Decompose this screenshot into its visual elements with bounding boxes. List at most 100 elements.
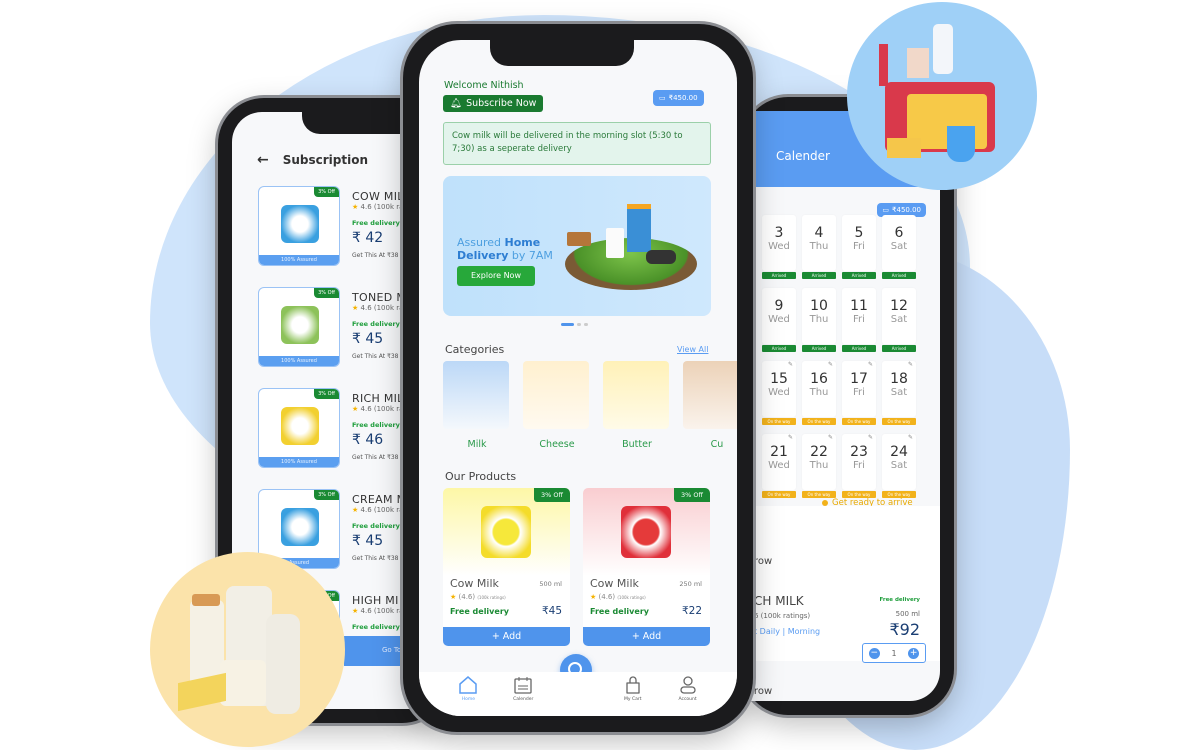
product-name: TONED M — [352, 291, 407, 304]
product-card[interactable]: 3% Off Cow Milk 250 ml ★ (4.6) (100k rating… — [583, 488, 710, 646]
weekday: Wed — [768, 387, 790, 398]
bell-icon: 🔔︎ — [450, 98, 463, 109]
signboard-image — [567, 232, 591, 246]
item-price: ₹92 — [889, 620, 920, 639]
ratings-count: (100k ratings) — [477, 595, 506, 600]
edit-pencil-icon[interactable]: ✎ — [868, 361, 873, 368]
delivery-status-badge: Arrived — [762, 272, 796, 279]
calendar-day[interactable]: 5 Fri Arrived — [842, 215, 876, 279]
category-butter[interactable]: Butter — [603, 361, 671, 450]
category-milk[interactable]: Milk — [443, 361, 511, 450]
calendar-day[interactable]: ✎ 24 Sat On the way — [882, 434, 916, 498]
product-info: RICH MIL ★ 4.6 (100k rat Free delivery ₹ 46… — [352, 392, 406, 461]
category-cu[interactable]: Cu — [683, 361, 737, 450]
weekday: Thu — [809, 314, 829, 325]
product-price: ₹ 45 — [352, 331, 384, 347]
calendar-day[interactable]: 10 Thu Arrived — [802, 288, 836, 352]
quantity-stepper[interactable]: − 1 + — [862, 643, 926, 663]
star-icon: ★ — [590, 593, 597, 601]
calendar-day[interactable]: 11 Fri Arrived — [842, 288, 876, 352]
delivery-status-badge: On the way — [842, 491, 876, 498]
edit-pencil-icon[interactable]: ✎ — [868, 434, 873, 441]
assured-label: 100% Assured — [259, 356, 339, 366]
product-image-card: 3% Off 100% Assured — [258, 287, 340, 367]
delivery-label: Free delivery — [352, 522, 400, 530]
phone-notch — [490, 40, 634, 66]
offer-price: Get This At ₹38 — [352, 454, 399, 461]
back-arrow-icon[interactable]: ← — [257, 152, 269, 168]
nav-cart[interactable]: My Cart — [611, 672, 655, 716]
weekday: Fri — [853, 314, 865, 325]
bottom-nav: Home Calender My Cart Account — [419, 672, 737, 716]
minus-icon[interactable]: − — [868, 647, 880, 659]
calendar-day[interactable]: 9 Wed Arrived — [762, 288, 796, 352]
calendar-day[interactable]: ✎ 21 Wed On the way — [762, 434, 796, 498]
edit-pencil-icon[interactable]: ✎ — [828, 361, 833, 368]
calendar-day[interactable]: 12 Sat Arrived — [882, 288, 916, 352]
milk-pack-image — [621, 506, 671, 558]
delivery-label: Free delivery — [590, 607, 649, 616]
weekday: Wed — [768, 241, 790, 252]
edit-pencil-icon[interactable]: ✎ — [908, 361, 913, 368]
edit-pencil-icon[interactable]: ✎ — [828, 434, 833, 441]
nav-home[interactable]: Home — [446, 672, 490, 716]
delivery-status-badge: Arrived — [802, 345, 836, 352]
delivery-status-badge: Arrived — [842, 345, 876, 352]
edit-pencil-icon[interactable]: ✎ — [908, 434, 913, 441]
wallet-button[interactable]: ▭ ₹450.00 — [653, 90, 704, 106]
tomorrow-section: rrow CH MILK 6 (100k ratings) t Daily | … — [742, 506, 940, 663]
calendar-day[interactable]: 4 Thu Arrived — [802, 215, 836, 279]
item-schedule[interactable]: t Daily | Morning — [754, 627, 820, 636]
delivery-status-badge: Arrived — [762, 345, 796, 352]
day-number: 23 — [850, 444, 868, 460]
edit-pencil-icon[interactable]: ✎ — [788, 434, 793, 441]
weekday: Fri — [853, 460, 865, 471]
calendar-day[interactable]: ✎ 23 Fri On the way — [842, 434, 876, 498]
weekday: Sat — [890, 314, 908, 325]
day-number: 10 — [810, 298, 828, 314]
view-all-link[interactable]: View All — [677, 345, 708, 354]
discount-badge: 3% Off — [674, 488, 710, 502]
category-label: Cu — [710, 439, 724, 450]
edit-pencil-icon[interactable]: ✎ — [788, 361, 793, 368]
nav-account[interactable]: Account — [666, 672, 710, 716]
nav-calendar[interactable]: Calender — [501, 672, 545, 716]
plus-icon[interactable]: + — [908, 647, 920, 659]
category-cheese[interactable]: Cheese — [523, 361, 591, 450]
carousel-dots[interactable] — [561, 323, 588, 326]
calendar-day[interactable]: ✎ 15 Wed On the way — [762, 361, 796, 425]
calendar-day[interactable]: 3 Wed Arrived — [762, 215, 796, 279]
product-size: 500 ml — [539, 580, 562, 588]
promo-banner[interactable]: Assured Home Delivery by 7AM Explore Now — [443, 176, 711, 316]
add-to-cart-button[interactable]: + Add — [583, 627, 710, 646]
category-image — [523, 361, 589, 429]
calendar-day[interactable]: ✎ 16 Thu On the way — [802, 361, 836, 425]
calendar-icon — [514, 677, 532, 694]
explore-now-button[interactable]: Explore Now — [457, 266, 535, 286]
account-icon — [679, 676, 696, 694]
rating-text: 4.6 (100k rat — [360, 405, 407, 413]
add-to-cart-button[interactable]: + Add — [443, 627, 570, 646]
star-icon: ★ — [352, 405, 359, 413]
day-number: 12 — [890, 298, 908, 314]
milk-glass-image — [606, 228, 624, 258]
calendar-day[interactable]: ✎ 17 Fri On the way — [842, 361, 876, 425]
delivery-label: Free delivery — [352, 320, 400, 328]
day-number: 18 — [890, 371, 908, 387]
delivery-status-badge: Arrived — [842, 272, 876, 279]
subscribe-now-button[interactable]: 🔔︎ Subscribe Now — [443, 95, 544, 112]
weekday: Thu — [809, 460, 829, 471]
product-image-card: 3% Off 100% Assured — [258, 388, 340, 468]
categories-title: Categories — [445, 343, 505, 356]
day-number: 4 — [814, 225, 824, 241]
category-image — [683, 361, 737, 429]
delivery-status-badge: On the way — [762, 418, 796, 425]
calendar-day[interactable]: 6 Sat Arrived — [882, 215, 916, 279]
discount-badge: 3% Off — [314, 389, 339, 399]
wallet-balance: ₹450.00 — [892, 206, 921, 214]
product-card[interactable]: 3% Off Cow Milk 500 ml ★ (4.6) (100k rating… — [443, 488, 570, 646]
item-delivery: Free delivery — [879, 597, 920, 603]
calendar-day[interactable]: ✎ 18 Sat On the way — [882, 361, 916, 425]
calendar-day[interactable]: ✎ 22 Thu On the way — [802, 434, 836, 498]
product-price: ₹45 — [541, 605, 562, 617]
